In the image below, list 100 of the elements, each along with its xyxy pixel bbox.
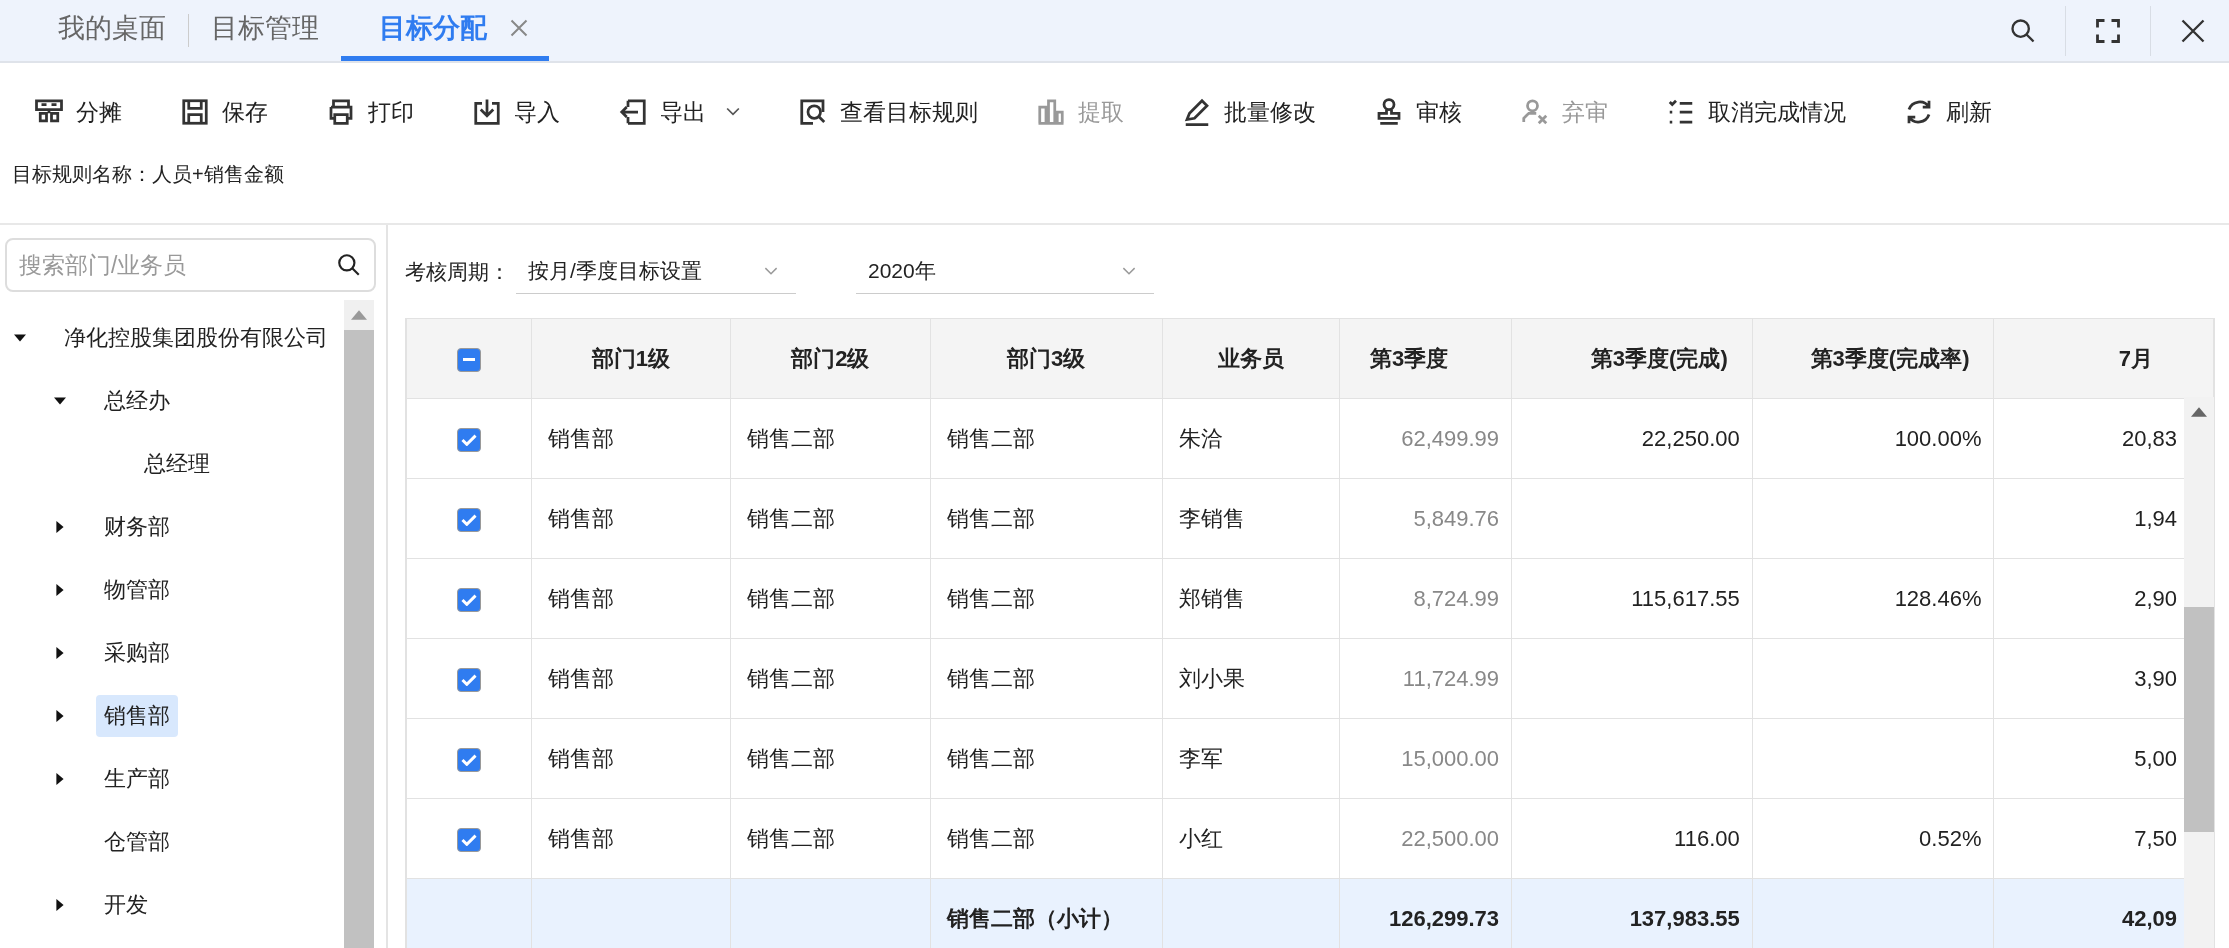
column-header: 7月 bbox=[1994, 319, 2214, 399]
table-cell: 朱洽 bbox=[1178, 425, 1223, 451]
table-cell: 42,09 bbox=[2121, 905, 2177, 931]
toolbar-button[interactable]: 导入 bbox=[472, 96, 560, 128]
table-cell: 销售二部 bbox=[747, 745, 836, 771]
select-all-checkbox[interactable] bbox=[456, 347, 481, 372]
search-field[interactable]: 搜索部门/业务员 bbox=[5, 238, 376, 292]
caret-right-icon[interactable] bbox=[54, 772, 66, 785]
row-checkbox[interactable] bbox=[456, 667, 481, 692]
year-dropdown[interactable]: 2020年 bbox=[856, 249, 1154, 294]
table-cell: 2,90 bbox=[2134, 585, 2177, 611]
table-cell: 销售二部 bbox=[946, 665, 1035, 691]
tab[interactable]: 我的桌面 bbox=[36, 0, 188, 61]
table-cell: 22,500.00 bbox=[1401, 825, 1500, 851]
search-icon[interactable] bbox=[336, 252, 362, 278]
scrollbar[interactable] bbox=[2184, 397, 2214, 948]
export-icon bbox=[618, 97, 648, 127]
table-cell: 销售二部 bbox=[747, 425, 836, 451]
toolbar-button[interactable]: 刷新 bbox=[1904, 96, 1992, 128]
checkmark-icon bbox=[460, 833, 477, 846]
minus-icon bbox=[462, 358, 475, 362]
row-checkbox[interactable] bbox=[456, 827, 481, 852]
toolbar-button[interactable]: 分摊 bbox=[34, 96, 122, 128]
tree-item[interactable]: 净化控股集团股份有限公司 bbox=[56, 316, 336, 359]
caret-down-icon[interactable] bbox=[54, 394, 66, 407]
view-rule-icon bbox=[798, 97, 828, 127]
tree-item[interactable]: 总经办 bbox=[96, 379, 178, 422]
checkmark-icon bbox=[460, 433, 477, 446]
table-cell: 62,499.99 bbox=[1401, 425, 1500, 451]
row-checkbox[interactable] bbox=[456, 427, 481, 452]
caret-down-icon bbox=[764, 266, 778, 276]
table-cell: 137,983.55 bbox=[1629, 905, 1740, 931]
table-cell: 销售部 bbox=[547, 425, 614, 451]
toolbar-button[interactable]: 打印 bbox=[326, 96, 414, 128]
scrollbar[interactable] bbox=[344, 300, 374, 948]
caret-right-icon[interactable] bbox=[54, 646, 66, 659]
table-cell: 销售部 bbox=[547, 505, 614, 531]
row-checkbox[interactable] bbox=[456, 507, 481, 532]
caret-right-icon[interactable] bbox=[54, 898, 66, 911]
table-cell: 20,83 bbox=[2121, 425, 2177, 451]
caret-down-icon[interactable] bbox=[14, 331, 26, 344]
table-cell: 小红 bbox=[1178, 825, 1223, 851]
table-cell: 7,50 bbox=[2134, 825, 2177, 851]
toolbar-button[interactable]: 批量修改 bbox=[1182, 96, 1316, 128]
checkmark-icon bbox=[460, 753, 477, 766]
scroll-up-icon[interactable] bbox=[2191, 407, 2207, 417]
row-checkbox[interactable] bbox=[456, 587, 481, 612]
column-header: 第3季度 bbox=[1339, 319, 1512, 399]
toolbar-button[interactable]: 保存 bbox=[180, 96, 268, 128]
caret-right-icon[interactable] bbox=[54, 709, 66, 722]
table-cell: 销售二部 bbox=[747, 665, 836, 691]
toolbar-button[interactable]: 查看目标规则 bbox=[798, 96, 978, 128]
tree-item[interactable]: 财务部 bbox=[96, 505, 178, 548]
tree-item[interactable]: 销售部 bbox=[96, 694, 178, 737]
table-cell: 刘小果 bbox=[1178, 665, 1245, 691]
rule-name: 目标规则名称：人员+销售金额 bbox=[12, 162, 284, 187]
table-cell: 销售二部（小计） bbox=[946, 905, 1123, 931]
save-icon bbox=[180, 97, 210, 127]
user-x-icon bbox=[1520, 97, 1550, 127]
caret-down-icon bbox=[1122, 266, 1136, 276]
pencil-icon bbox=[1182, 97, 1212, 127]
caret-right-icon[interactable] bbox=[54, 520, 66, 533]
table-cell: 0.52% bbox=[1919, 825, 1982, 851]
table-cell: 销售二部 bbox=[747, 825, 836, 851]
tree-item[interactable]: 物管部 bbox=[96, 568, 178, 611]
table-cell: 126,299.73 bbox=[1388, 905, 1500, 931]
toolbar-button[interactable]: 取消完成情况 bbox=[1666, 96, 1846, 128]
table-cell: 5,849.76 bbox=[1413, 505, 1500, 531]
table-cell: 8,724.99 bbox=[1413, 585, 1500, 611]
table-cell: 3,90 bbox=[2134, 665, 2177, 691]
tree-item[interactable]: 开发 bbox=[96, 883, 156, 926]
toolbar-button[interactable]: 导出 bbox=[618, 96, 740, 128]
search-icon[interactable] bbox=[2009, 16, 2037, 45]
tree-item[interactable]: 生产部 bbox=[96, 757, 178, 800]
table-cell: 销售二部 bbox=[946, 745, 1035, 771]
chart-icon bbox=[1036, 97, 1066, 127]
tree-item[interactable]: 总经理 bbox=[136, 442, 218, 485]
tree-item[interactable]: 采购部 bbox=[96, 631, 178, 674]
column-header: 部门3级 bbox=[930, 319, 1162, 399]
table-cell: 郑销售 bbox=[1178, 585, 1245, 611]
period-dropdown[interactable]: 按月/季度目标设置 bbox=[516, 249, 796, 294]
row-checkbox[interactable] bbox=[456, 747, 481, 772]
table-cell: 李销售 bbox=[1178, 505, 1245, 531]
caret-icon bbox=[726, 107, 740, 117]
table-cell: 销售部 bbox=[547, 825, 614, 851]
table-cell: 128.46% bbox=[1894, 585, 1982, 611]
table-cell: 1,94 bbox=[2134, 505, 2177, 531]
fullscreen-icon[interactable] bbox=[2094, 16, 2122, 45]
column-header: 部门1级 bbox=[531, 319, 731, 399]
table-cell: 销售部 bbox=[547, 665, 614, 691]
table-cell: 销售二部 bbox=[946, 825, 1035, 851]
column-header: 业务员 bbox=[1162, 319, 1340, 399]
toolbar-button[interactable]: 审核 bbox=[1374, 96, 1462, 128]
tree-item[interactable]: 仓管部 bbox=[96, 820, 178, 863]
tab[interactable]: 目标分配 bbox=[341, 0, 549, 61]
table-cell: 销售二部 bbox=[946, 425, 1035, 451]
table-cell: 11,724.99 bbox=[1402, 665, 1500, 691]
tab[interactable]: 目标管理 bbox=[189, 0, 341, 61]
caret-right-icon[interactable] bbox=[54, 583, 66, 596]
table-cell: 销售部 bbox=[547, 745, 614, 771]
